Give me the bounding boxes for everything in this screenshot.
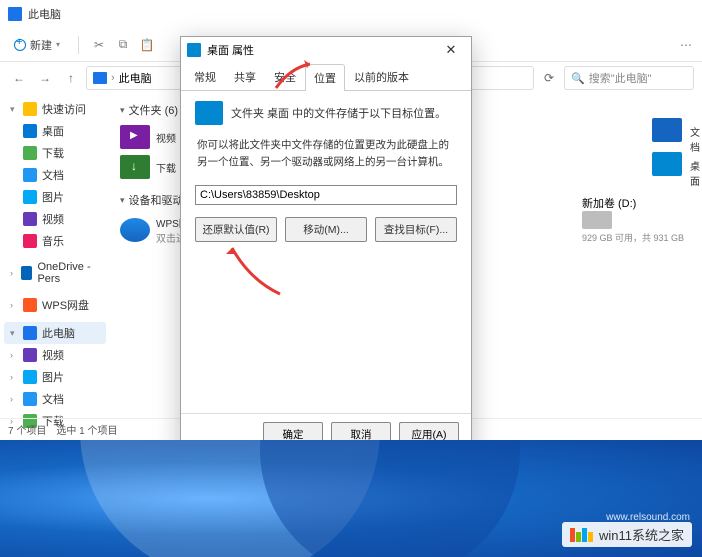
tabs: 常规 共享 安全 位置 以前的版本 <box>181 63 471 91</box>
forward-button[interactable]: → <box>34 67 56 89</box>
folder-docs[interactable]: 文档 <box>652 118 682 142</box>
dialog-titlebar: 桌面 属性 ✕ <box>181 37 471 63</box>
sidebar-item-desktop[interactable]: 桌面 <box>4 120 106 142</box>
divider <box>78 36 79 54</box>
new-button[interactable]: 新建 ▾ <box>8 33 66 57</box>
sidebar-item-video2[interactable]: ›视频 <box>4 344 106 366</box>
more-icon[interactable]: ⋯ <box>678 37 694 53</box>
dialog-body: 文件夹 桌面 中的文件存储于以下目标位置。 你可以将此文件夹中文件存储的位置更改… <box>181 91 471 413</box>
desktop-folder-icon <box>652 152 682 176</box>
pic-icon <box>23 370 37 384</box>
cloud-icon <box>21 266 32 280</box>
search-input[interactable]: 🔍 搜索"此电脑" <box>564 66 694 90</box>
properties-dialog: 桌面 属性 ✕ 常规 共享 安全 位置 以前的版本 文件夹 桌面 中的文件存储于… <box>180 36 472 456</box>
desktop-icon <box>195 101 223 125</box>
download-folder-icon <box>120 155 150 179</box>
watermark: win11系统之家 <box>562 522 692 547</box>
folder-icon <box>187 43 201 57</box>
sidebar-item-quick[interactable]: ▾快速访问 <box>4 98 106 120</box>
doc-icon <box>23 168 37 182</box>
sidebar-item-video[interactable]: 视频 <box>4 208 106 230</box>
sidebar-item-wps[interactable]: ›WPS网盘 <box>4 294 106 316</box>
tab-previous[interactable]: 以前的版本 <box>345 63 418 90</box>
breadcrumb-root: 此电脑 <box>119 70 152 86</box>
search-icon: 🔍 <box>571 72 585 85</box>
sidebar-item-pc[interactable]: ▾此电脑 <box>4 322 106 344</box>
wps-icon <box>23 298 37 312</box>
folder-desktop[interactable]: 桌面 <box>652 152 682 176</box>
tab-general[interactable]: 常规 <box>185 63 225 90</box>
sidebar: ▾快速访问 桌面 下载 文档 图片 视频 音乐 ›OneDrive - Pers… <box>0 94 110 432</box>
desktop-icon <box>23 124 37 138</box>
pc-icon <box>8 7 22 21</box>
logo-icon <box>570 528 593 542</box>
paste-icon[interactable]: 📋 <box>139 37 155 53</box>
status-selected: 选中 1 个项目 <box>56 422 117 437</box>
sidebar-item-pics2[interactable]: ›图片 <box>4 366 106 388</box>
sidebar-item-docs2[interactable]: ›文档 <box>4 388 106 410</box>
sidebar-item-docs[interactable]: 文档 <box>4 164 106 186</box>
back-button[interactable]: ← <box>8 67 30 89</box>
download-icon <box>23 146 37 160</box>
drive-icon <box>582 211 612 229</box>
video-folder-icon <box>120 125 150 149</box>
tab-location[interactable]: 位置 <box>305 64 345 91</box>
doc-folder-icon <box>652 118 682 142</box>
pic-icon <box>23 190 37 204</box>
path-input[interactable] <box>195 185 457 205</box>
tab-share[interactable]: 共享 <box>225 63 265 90</box>
tab-security[interactable]: 安全 <box>265 63 305 90</box>
sidebar-item-pics[interactable]: 图片 <box>4 186 106 208</box>
drive-d[interactable]: 新加卷 (D:) 929 GB 可用，共 931 GB <box>582 195 684 244</box>
dialog-desc: 文件夹 桌面 中的文件存储于以下目标位置。 <box>231 105 446 121</box>
window-title: 此电脑 <box>28 6 61 22</box>
star-icon <box>23 102 37 116</box>
wps-cloud-icon <box>120 218 150 242</box>
move-button[interactable]: 移动(M)... <box>285 217 367 242</box>
doc-icon <box>23 392 37 406</box>
watermark-text: win11系统之家 <box>599 525 684 544</box>
plus-icon <box>14 39 26 51</box>
refresh-button[interactable]: ⟳ <box>538 67 560 89</box>
cut-icon[interactable]: ✂ <box>91 37 107 53</box>
up-button[interactable]: ↑ <box>60 67 82 89</box>
dialog-hint: 你可以将此文件夹中文件存储的位置更改为此硬盘上的另一个位置、另一个驱动器或网络上… <box>195 137 457 171</box>
new-label: 新建 <box>30 37 52 53</box>
dialog-title: 桌面 属性 <box>207 42 254 58</box>
status-count: 7 个项目 <box>8 422 46 437</box>
sidebar-item-onedrive[interactable]: ›OneDrive - Pers <box>4 258 106 288</box>
video-icon <box>23 348 37 362</box>
titlebar: 此电脑 <box>0 0 702 28</box>
pc-icon <box>93 72 107 84</box>
sidebar-item-music[interactable]: 音乐 <box>4 230 106 252</box>
sidebar-item-download[interactable]: 下载 <box>4 142 106 164</box>
video-icon <box>23 212 37 226</box>
music-icon <box>23 234 37 248</box>
copy-icon[interactable]: ⧉ <box>115 37 131 53</box>
search-placeholder: 搜索"此电脑" <box>589 70 652 86</box>
restore-button[interactable]: 还原默认值(R) <box>195 217 277 242</box>
pc-icon <box>23 326 37 340</box>
close-button[interactable]: ✕ <box>437 42 465 58</box>
find-button[interactable]: 查找目标(F)... <box>375 217 457 242</box>
